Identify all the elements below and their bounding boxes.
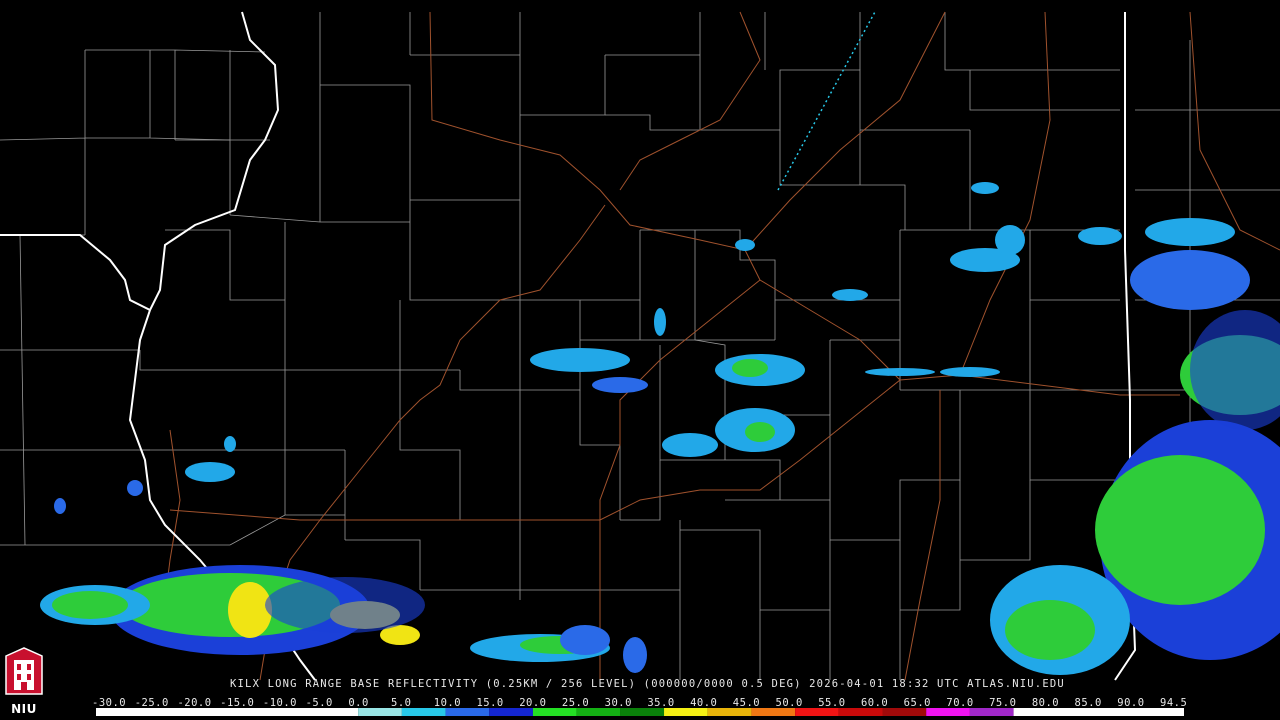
legend-label: 85.0 <box>1074 697 1102 709</box>
colorbar-segment-11 <box>795 708 839 716</box>
colorbar-segment-16 <box>1013 708 1184 716</box>
legend-label: 0.0 <box>348 697 369 709</box>
legend-label: 35.0 <box>647 697 675 709</box>
colorbar-segment-1 <box>358 708 402 716</box>
legend-tick-labels: -30.0 -25.0 -20.0 -15.0 -10.0 -5.0 0.0 5.0 10.0 1… <box>92 697 1194 709</box>
colorbar-segment-10 <box>751 708 796 716</box>
legend-label: 40.0 <box>690 697 718 709</box>
radar-map <box>0 0 1280 720</box>
colorbar-segment-13 <box>882 708 927 716</box>
legend-label: 70.0 <box>946 697 974 709</box>
colorbar-segment-14 <box>926 708 970 716</box>
legend-label: -20.0 <box>177 697 212 709</box>
niu-logo: NIU <box>2 646 46 718</box>
legend-label: 80.0 <box>1031 697 1060 709</box>
colorbar-segment-8 <box>664 708 708 716</box>
colorbar-segment-5 <box>532 708 577 716</box>
legend-label: 30.0 <box>604 697 632 709</box>
legend-label: -5.0 <box>305 697 333 709</box>
colorbar-segment-2 <box>401 708 446 716</box>
legend-label: 20.0 <box>519 697 547 709</box>
legend-label: 15.0 <box>476 697 504 709</box>
colorbar-segment-15 <box>969 708 1014 716</box>
legend-label: -15.0 <box>220 697 255 709</box>
colorbar-segment-0 <box>96 708 359 716</box>
colorbar-segment-9 <box>707 708 752 716</box>
legend-label: 5.0 <box>391 697 412 709</box>
legend-label: 94.5 <box>1160 697 1188 709</box>
colorbar-segment-7 <box>620 708 665 716</box>
legend-label: 45.0 <box>732 697 761 709</box>
legend-colorbar <box>96 708 1184 716</box>
legend-label: 90.0 <box>1117 697 1145 709</box>
legend-label: -25.0 <box>134 697 169 709</box>
legend-label: 60.0 <box>860 697 889 709</box>
legend-label: 65.0 <box>903 697 931 709</box>
legend-label: -10.0 <box>262 697 297 709</box>
colorbar-segment-3 <box>445 708 490 716</box>
colorbar-segment-12 <box>838 708 883 716</box>
legend-label: 75.0 <box>989 697 1017 709</box>
legend-label: 10.0 <box>433 697 462 709</box>
colorbar-segment-4 <box>489 708 533 716</box>
niu-seal-icon <box>5 647 43 695</box>
legend-label: 50.0 <box>775 697 803 709</box>
niu-logo-text: NIU <box>11 702 37 716</box>
colorbar-segment-6 <box>576 708 621 716</box>
legend-label: -30.0 <box>92 697 127 709</box>
product-caption: KILX LONG RANGE BASE REFLECTIVITY (0.25K… <box>230 678 1065 690</box>
legend-label: 55.0 <box>818 697 846 709</box>
legend-label: 25.0 <box>561 697 590 709</box>
